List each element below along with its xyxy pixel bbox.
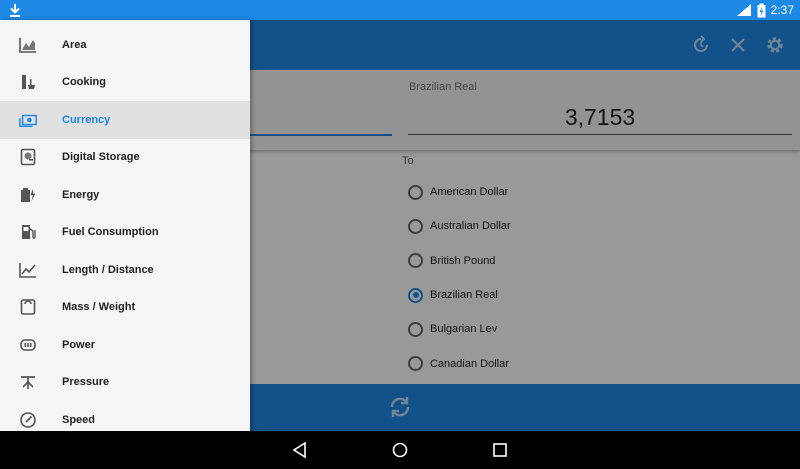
drawer-item-speed[interactable]: Speed bbox=[0, 401, 250, 431]
signal-icon bbox=[736, 3, 752, 17]
pressure-icon bbox=[19, 373, 37, 391]
drawer-item-label: Digital Storage bbox=[62, 151, 140, 164]
drawer-item-label: Energy bbox=[62, 188, 100, 201]
download-icon bbox=[8, 2, 22, 18]
drawer-item-label: Fuel Consumption bbox=[62, 226, 159, 239]
clock: 2:37 bbox=[770, 3, 794, 17]
currency-icon bbox=[19, 111, 37, 129]
drawer-item-label: Currency bbox=[62, 113, 111, 126]
power-icon bbox=[19, 336, 37, 354]
drawer-item-label: Power bbox=[62, 338, 96, 351]
drawer-item-power[interactable]: Power bbox=[0, 326, 250, 364]
drawer-item-label: Mass / Weight bbox=[62, 301, 136, 314]
battery-charging-icon bbox=[757, 3, 766, 18]
cooking-icon bbox=[19, 73, 37, 91]
drawer-item-label: Cooking bbox=[62, 76, 106, 89]
drawer-item-digital-storage[interactable]: Digital Storage bbox=[0, 139, 250, 177]
drawer-item-pressure[interactable]: Pressure bbox=[0, 364, 250, 402]
home-icon[interactable] bbox=[391, 441, 409, 459]
drawer-item-label: Area bbox=[62, 38, 87, 51]
recents-icon[interactable] bbox=[491, 441, 509, 459]
length-chart-icon bbox=[19, 261, 37, 279]
back-icon[interactable] bbox=[291, 441, 309, 459]
drawer-item-fuel-consumption[interactable]: Fuel Consumption bbox=[0, 214, 250, 252]
system-navigation-bar bbox=[0, 431, 800, 469]
drawer-item-currency[interactable]: Currency bbox=[0, 101, 250, 139]
drawer-item-energy[interactable]: Energy bbox=[0, 176, 250, 214]
area-chart-icon bbox=[19, 36, 37, 54]
energy-icon bbox=[19, 186, 37, 204]
fuel-icon bbox=[19, 223, 37, 241]
drawer-item-cooking[interactable]: Cooking bbox=[0, 64, 250, 102]
speedometer-icon bbox=[19, 411, 37, 429]
drawer-item-mass-weight[interactable]: Mass / Weight bbox=[0, 289, 250, 327]
drawer-item-label: Speed bbox=[62, 413, 96, 426]
storage-icon bbox=[19, 148, 37, 166]
drawer-item-area[interactable]: Area bbox=[0, 26, 250, 64]
status-bar: 2:37 bbox=[0, 0, 800, 20]
drawer-item-length-distance[interactable]: Length / Distance bbox=[0, 251, 250, 289]
navigation-drawer: Area Cooking Currency Digital Storage En… bbox=[0, 20, 250, 431]
weight-icon bbox=[19, 298, 37, 316]
drawer-item-label: Pressure bbox=[62, 376, 110, 389]
drawer-item-label: Length / Distance bbox=[62, 263, 154, 276]
